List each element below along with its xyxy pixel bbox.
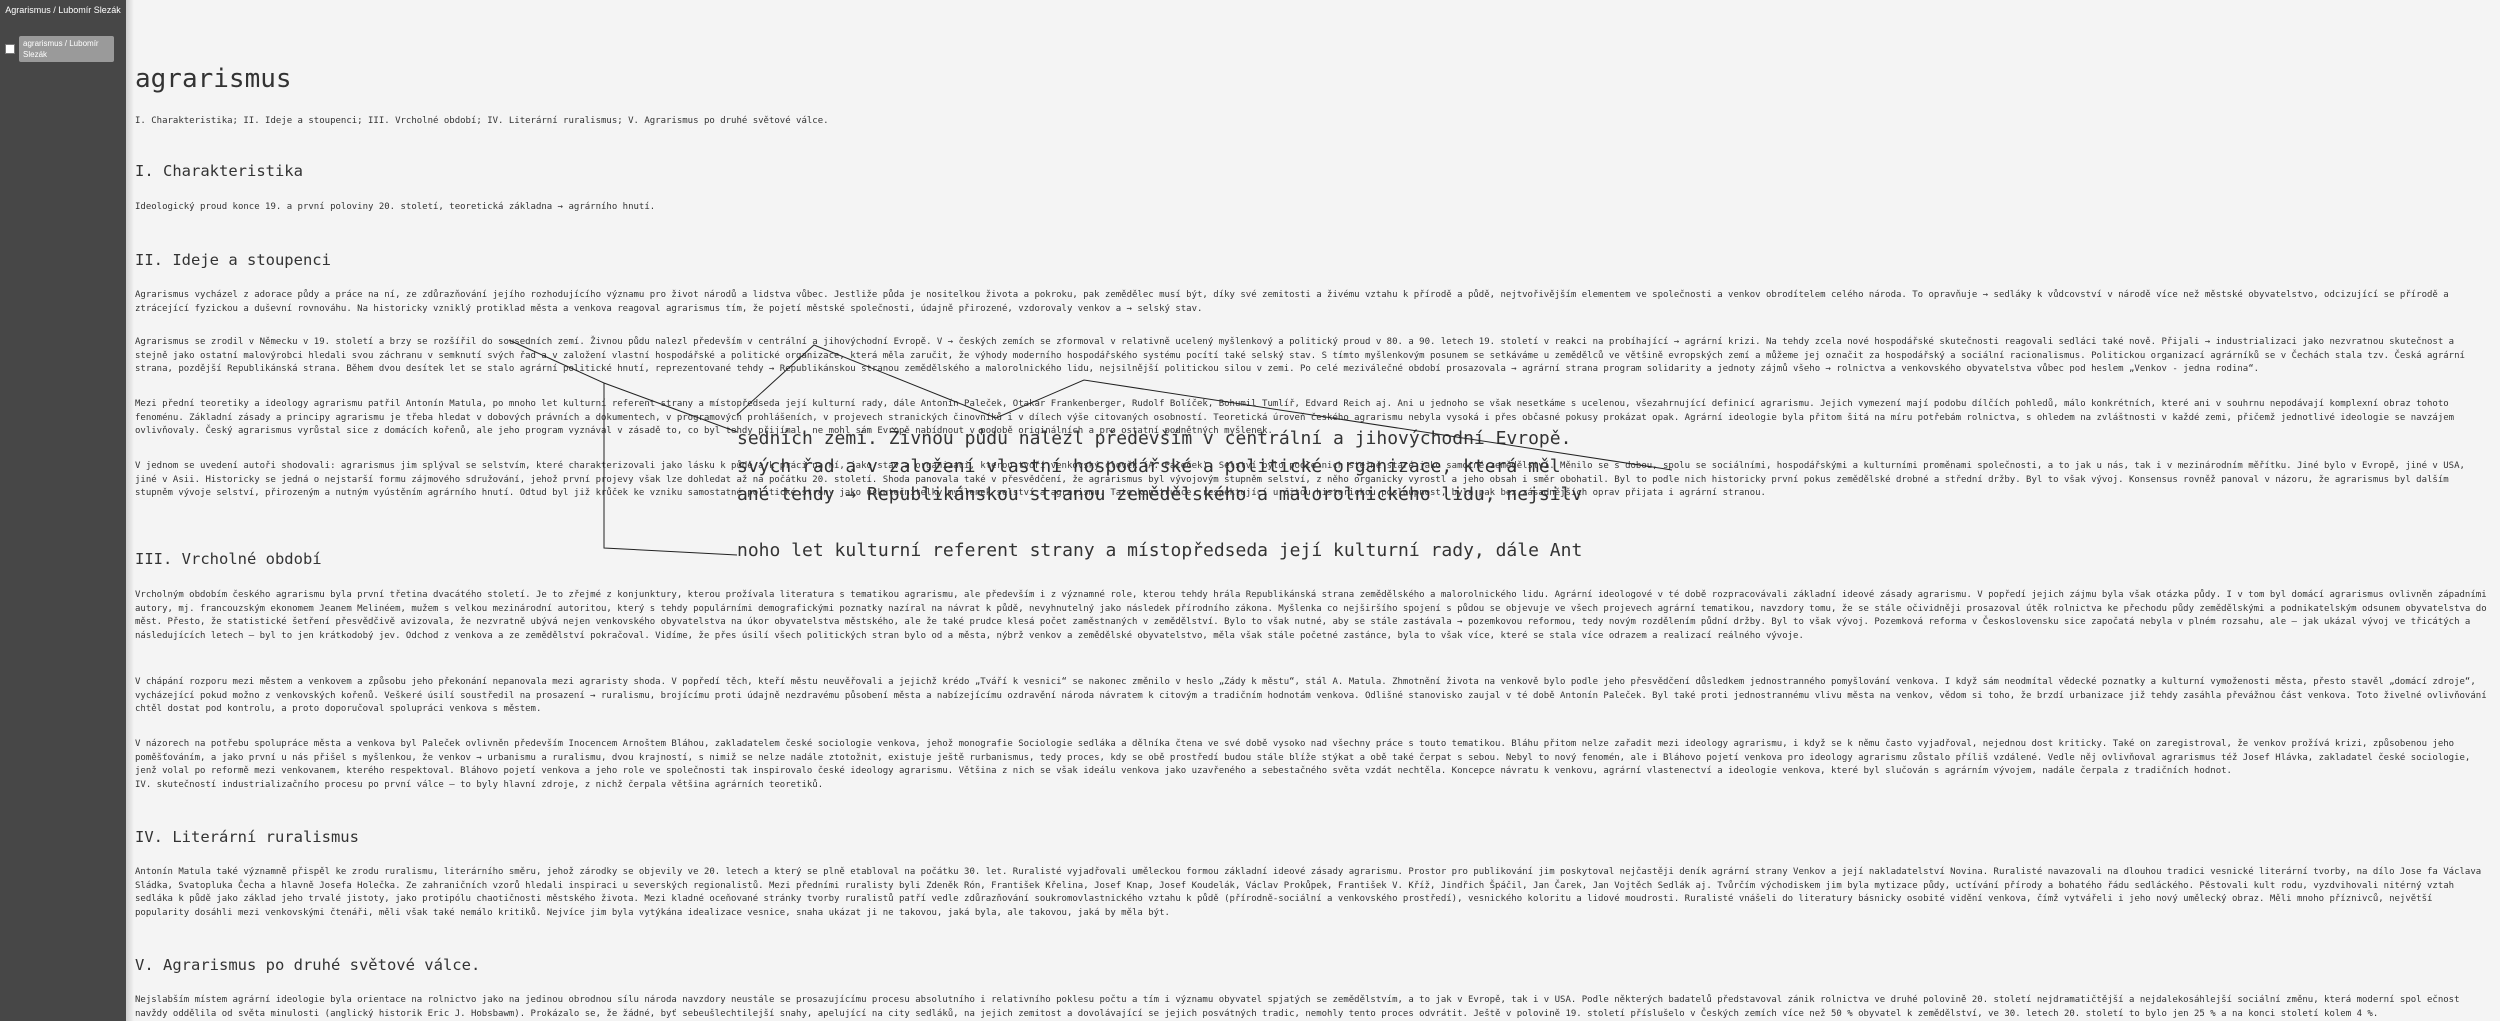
sidebar: Agrarismus / Lubomír Slezák agrarismus /… [0, 0, 126, 1021]
magnifier-lens: sedních zemí. Živnou půdu nalezl předevš… [737, 400, 1672, 580]
paragraph: IV. skutečností industrializačního proce… [135, 780, 824, 790]
sidebar-shadow [126, 0, 134, 1021]
zoom-line: sedních zemí. Živnou půdu nalezl předevš… [737, 428, 1572, 449]
section-heading-1: I. Charakteristika [135, 162, 303, 180]
zoom-line: noho let kulturní referent strany a míst… [737, 540, 1583, 561]
article-page: agrarismus I. Charakteristika; II. Ideje… [134, 0, 2496, 1021]
sidebar-title: Agrarismus / Lubomír Slezák [5, 5, 121, 15]
paragraph: V chápání rozporu mezi městem a venkovem… [135, 677, 2487, 714]
table-of-contents: I. Charakteristika; II. Ideje a stoupenc… [135, 116, 829, 126]
paragraph: Agrarismus vycházel z adorace půdy a prá… [135, 290, 2449, 314]
section-heading-2: II. Ideje a stoupenci [135, 251, 331, 269]
paragraph: Nejslabším místem agrární ideologie byla… [135, 995, 2460, 1019]
paragraph: Antonín Matula také významně přispěl ke … [135, 867, 2482, 918]
checkbox[interactable] [5, 44, 15, 54]
section-heading-5: V. Agrarismus po druhé světové válce. [135, 956, 481, 974]
page-title: agrarismus [135, 64, 292, 94]
section-heading-4: IV. Literární ruralismus [135, 828, 359, 846]
paragraph: V názorech na potřebu spolupráce města a… [135, 739, 2471, 776]
paragraph: Agrarismus se zrodil v Německu v 19. sto… [135, 337, 2465, 374]
zoom-line: svých řad a v založení vlastní hospodářs… [737, 456, 1561, 477]
sidebar-item-label[interactable]: agrarismus / Lubomír Slezák [19, 36, 114, 62]
sidebar-item-agrarismus[interactable]: agrarismus / Lubomír Slezák [4, 36, 114, 62]
paragraph: Vrcholným obdobím českého agrarismu byla… [135, 590, 2487, 641]
section-heading-3: III. Vrcholné období [135, 550, 322, 568]
paragraph: Ideologický proud konce 19. a první polo… [135, 202, 656, 212]
zoom-line: ané tehdy → Republikánskou stranou zeměd… [737, 484, 1583, 505]
